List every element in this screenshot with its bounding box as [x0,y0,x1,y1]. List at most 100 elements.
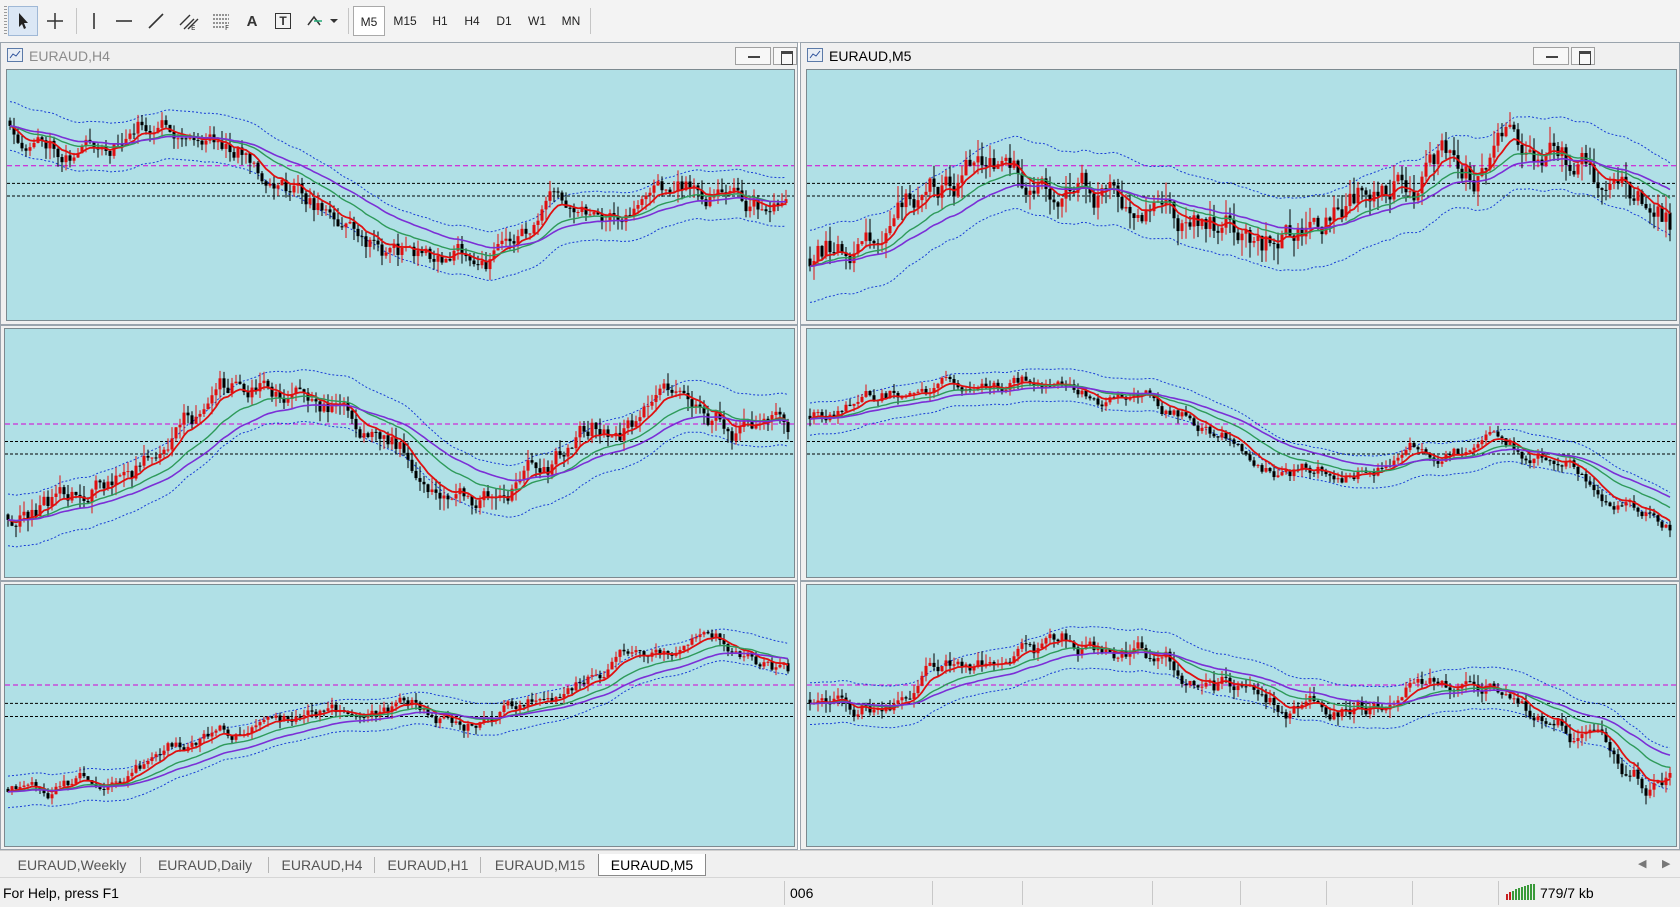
tab-scroll-right-icon[interactable]: ▶ [1662,857,1670,870]
chart-plot[interactable] [4,584,795,847]
chart-window-middle-right[interactable] [800,325,1680,581]
timeframe-m15[interactable]: M15 [387,6,423,36]
candle-body [1312,217,1316,222]
candle-body [274,715,278,718]
candle-body [1092,398,1096,400]
chart-window-titlebar[interactable]: EURAUD,H4 [1,43,797,69]
candle-body [944,660,948,667]
minimize-button[interactable] [1533,47,1569,65]
candle-body [158,454,162,459]
candle-body [1452,150,1456,156]
candle-body [54,493,58,497]
candle-body [430,489,434,493]
candle-body [682,645,686,651]
vertical-line-icon[interactable] [80,6,108,36]
arrows-icon[interactable] [300,6,342,36]
candle-body [1476,444,1480,448]
tab-euraud-m15[interactable]: EURAUD,M15 [482,854,598,876]
tab-euraud-h4[interactable]: EURAUD,H4 [270,854,374,876]
candle-body [860,396,864,402]
candle-body [1376,191,1380,196]
candle-body [1336,478,1340,480]
timeframe-h4[interactable]: H4 [456,6,488,36]
fibonacci-retracement-icon[interactable]: F [206,6,236,36]
candle-body [1408,442,1412,451]
toolbar-grip[interactable] [4,6,7,36]
candle-body [528,233,532,235]
tab-euraud-daily[interactable]: EURAUD,Daily [142,854,268,876]
candle-body [368,239,372,247]
chart-plot[interactable] [806,584,1677,847]
candle-body [380,244,384,256]
candle-body [1192,680,1196,686]
crosshair-icon[interactable] [40,6,70,36]
candle-body [1616,505,1620,510]
tab-euraud-m5[interactable]: EURAUD,M5 [598,854,706,876]
chart-window-bottom-right[interactable] [800,581,1680,850]
tab-euraud-weekly[interactable]: EURAUD,Weekly [4,854,140,876]
candle-body [900,202,904,208]
tab-euraud-h1[interactable]: EURAUD,H1 [376,854,480,876]
candle-body [1316,217,1320,227]
candle-body [364,236,368,247]
candle-body [730,431,734,441]
candle-body [1216,436,1220,438]
candle-body [474,505,478,509]
moving-average-line [7,644,789,793]
candle-body [1572,170,1576,175]
chart-window-h4[interactable]: EURAUD,H4 [0,42,798,325]
candle-body [234,381,238,384]
candle-body [1632,769,1636,777]
cursor-icon[interactable] [8,6,38,36]
equidistant-channel-icon[interactable]: E [174,6,204,36]
tab-scroll-left-icon[interactable]: ◀ [1638,857,1646,870]
chart-plot[interactable] [806,69,1677,321]
candle-body [1352,193,1356,204]
candle-body [1156,658,1160,662]
chart-window-middle-left[interactable] [0,325,798,581]
timeframe-d1[interactable]: D1 [488,6,520,36]
timeframe-m5[interactable]: M5 [353,6,385,36]
candle-body [648,192,652,196]
candle-body [1668,772,1672,778]
candle-body [434,716,438,724]
trendline-icon[interactable] [142,6,170,36]
candle-body [58,487,62,494]
candle-body [16,134,20,143]
candle-body [1016,648,1020,657]
candle-body [626,651,630,654]
horizontal-line-icon[interactable] [110,6,138,36]
candle-body [206,733,210,737]
chart-window-m5[interactable]: EURAUD,M5 [800,42,1680,325]
candle-body [1448,150,1452,153]
minimize-button[interactable] [735,47,771,65]
candle-body [1576,164,1580,175]
candle-body [536,220,540,225]
chart-plot[interactable] [6,69,795,321]
candle-body [1628,775,1632,777]
candle-body [1260,694,1264,696]
timeframe-mn[interactable]: MN [554,6,588,36]
chart-window-bottom-left[interactable] [0,581,798,850]
candle-body [182,412,186,425]
chart-window-titlebar[interactable]: EURAUD,M5 [801,43,1679,69]
timeframe-h1[interactable]: H1 [424,6,456,36]
candle-body [1644,512,1648,517]
maximize-button[interactable] [1571,47,1595,65]
chart-plot[interactable] [806,328,1677,578]
candle-body [936,383,940,389]
candle-body [20,142,24,149]
text-icon[interactable]: A [238,6,266,36]
text-label-icon[interactable]: T [268,6,298,36]
connection-status-icon[interactable] [1506,884,1535,900]
maximize-button[interactable] [773,47,797,65]
candle-body [1528,710,1532,718]
candle-body [656,181,660,186]
candle-body [398,442,402,449]
candle-body [1456,448,1460,455]
candle-body [1076,389,1080,395]
timeframe-w1[interactable]: W1 [520,6,554,36]
bollinger-upper [7,369,789,496]
candle-body [1176,218,1180,232]
chart-plot[interactable] [4,328,795,578]
